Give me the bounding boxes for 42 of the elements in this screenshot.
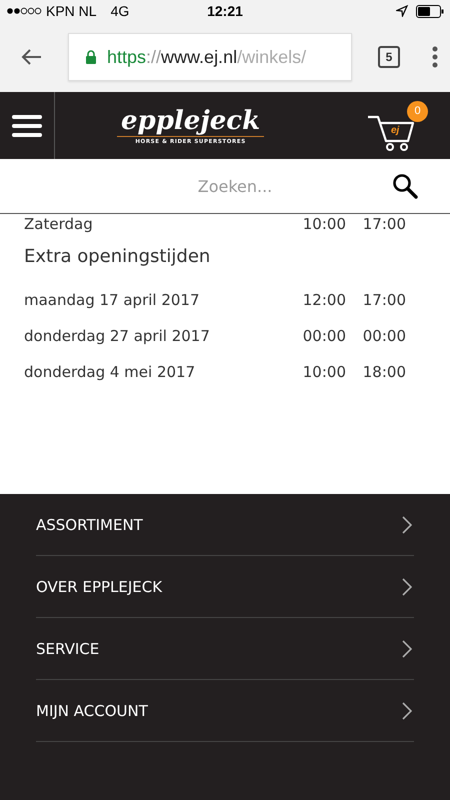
battery-icon bbox=[416, 4, 444, 18]
carrier-name: KPN NL bbox=[46, 3, 97, 19]
closing-time: 00:00 bbox=[362, 327, 406, 345]
tab-count-button[interactable]: 5 bbox=[378, 46, 400, 68]
back-button[interactable] bbox=[20, 48, 42, 66]
day-label: Zaterdag bbox=[24, 215, 94, 233]
menu-icon bbox=[12, 114, 42, 138]
signal-icon bbox=[6, 6, 42, 16]
opening-time: 10:00 bbox=[302, 215, 346, 233]
vertical-dots-icon bbox=[432, 46, 438, 68]
section-heading: Extra openingstijden bbox=[24, 244, 212, 268]
network-type: 4G bbox=[110, 3, 130, 19]
opening-time: 10:00 bbox=[302, 363, 346, 381]
footer-menu-item[interactable]: SERVICE bbox=[36, 618, 414, 680]
opening-time: 12:00 bbox=[302, 291, 346, 309]
chevron-right-icon bbox=[402, 640, 412, 658]
cart-count-badge: 0 bbox=[407, 100, 428, 122]
day-label: donderdag 27 april 2017 bbox=[24, 327, 211, 345]
more-menu-button[interactable] bbox=[432, 46, 438, 68]
closing-time: 17:00 bbox=[362, 215, 406, 233]
location-icon bbox=[396, 5, 408, 17]
day-label: donderdag 4 mei 2017 bbox=[24, 363, 196, 381]
closing-time: 17:00 bbox=[362, 291, 406, 309]
opening-time: 00:00 bbox=[302, 327, 346, 345]
chevron-right-icon bbox=[402, 702, 412, 720]
url-text: https://www.ej.nl/winkels/ bbox=[107, 46, 306, 68]
lock-icon bbox=[85, 50, 97, 64]
search-button[interactable] bbox=[392, 173, 418, 199]
search-icon bbox=[392, 173, 418, 199]
address-bar[interactable]: https://www.ej.nl/winkels/ bbox=[68, 33, 352, 81]
cart-button[interactable]: ej 0 bbox=[366, 100, 428, 150]
search-field[interactable]: Zoeken... bbox=[90, 176, 380, 196]
day-label: maandag 17 april 2017 bbox=[24, 291, 201, 309]
closing-time: 18:00 bbox=[362, 363, 406, 381]
clock: 12:21 bbox=[206, 3, 244, 19]
footer-menu-item[interactable]: ASSORTIMENT bbox=[36, 494, 414, 556]
footer-menu-item[interactable]: MIJN ACCOUNT bbox=[36, 680, 414, 742]
chevron-right-icon bbox=[402, 516, 412, 534]
footer-menu-item[interactable]: OVER EPPLEJECK bbox=[36, 556, 414, 618]
cart-mark: ej bbox=[391, 124, 400, 136]
chevron-right-icon bbox=[402, 578, 412, 596]
back-arrow-icon bbox=[20, 48, 42, 66]
